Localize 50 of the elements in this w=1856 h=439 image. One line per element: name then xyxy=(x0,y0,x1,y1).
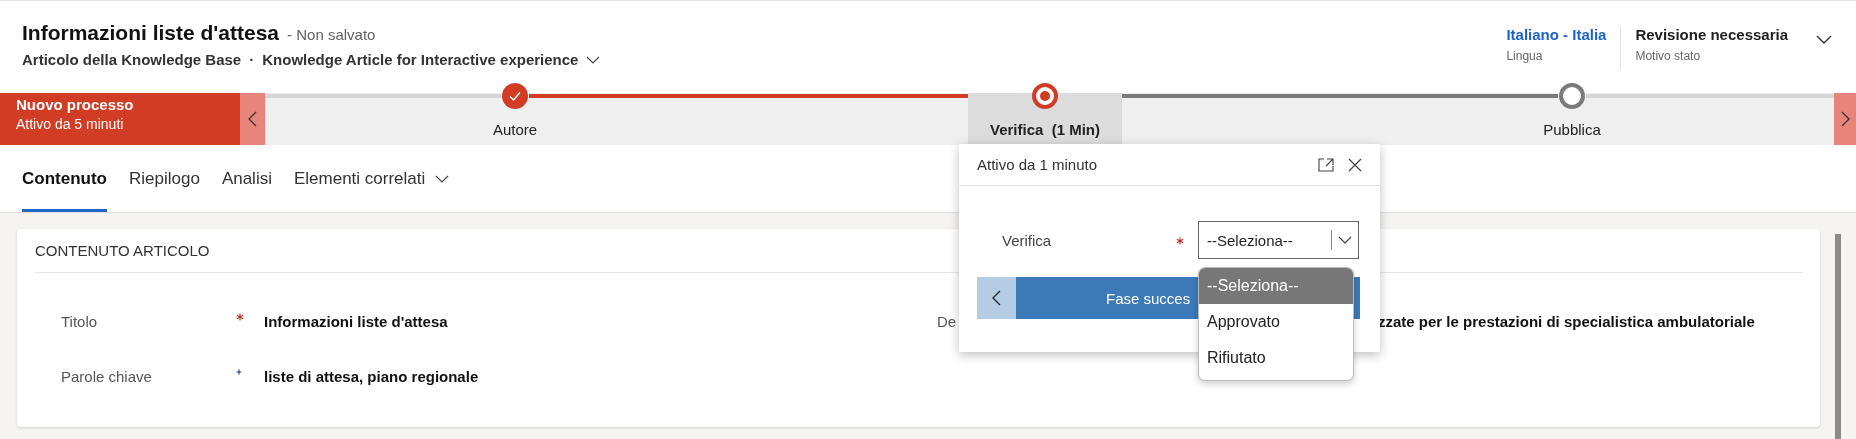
tab[interactable]: Riepilogo xyxy=(129,145,200,212)
dropdown-option[interactable]: Rifiutato xyxy=(1199,340,1353,376)
save-status: - Non salvato xyxy=(287,26,376,43)
entity-name: Articolo della Knowledge Base xyxy=(22,51,242,68)
required-icon xyxy=(236,313,244,321)
stage-circle-icon xyxy=(1031,82,1059,110)
chevron-down-icon xyxy=(586,55,601,64)
chevron-right-icon xyxy=(1840,111,1850,127)
close-button[interactable] xyxy=(1348,157,1362,172)
status-reason-value: Revisione necessaria xyxy=(1635,26,1788,43)
back-button[interactable] xyxy=(977,277,1016,319)
chevron-down-icon xyxy=(1338,236,1352,244)
process-duration: Attivo da 5 minuti xyxy=(16,116,125,132)
process-panel[interactable]: Nuovo processo Attivo da 5 minuti xyxy=(0,93,240,145)
stage-tab[interactable]: Pubblica xyxy=(1521,93,1623,145)
stage-tab[interactable]: Verifica (1 Min) xyxy=(967,93,1122,145)
flyout-title: Attivo da 1 minuto xyxy=(977,156,1099,173)
section-title: CONTENUTO ARTICOLO xyxy=(35,241,210,261)
stage-check-icon xyxy=(501,82,529,110)
required-icon xyxy=(1176,237,1184,245)
field-value: liste di attesa, piano regionale xyxy=(264,367,479,385)
pop-out-icon xyxy=(1318,157,1334,172)
field-value: zzate per le prestazioni di specialistica ambulatoriale xyxy=(1378,312,1756,330)
field-label: Verifica xyxy=(1002,231,1053,249)
dropdown-option[interactable]: --Seleziona-- xyxy=(1199,268,1353,304)
tab[interactable]: Analisi xyxy=(221,145,272,212)
stage-circle-icon xyxy=(1558,82,1586,110)
chevron-down-icon xyxy=(1816,35,1832,44)
form-selector[interactable]: Knowledge Article for Interactive experience xyxy=(262,51,601,68)
field-label: De xyxy=(937,312,957,330)
field-label: Lingua xyxy=(1506,49,1544,63)
record-title: Informazioni liste d'attesa xyxy=(22,21,280,45)
chevron-left-icon xyxy=(248,111,257,127)
field-label: Titolo xyxy=(60,312,99,330)
field-label: Motivo stato xyxy=(1635,49,1702,63)
close-icon xyxy=(1348,157,1362,172)
tab[interactable]: Elementi correlati xyxy=(293,145,450,212)
chevron-left-icon xyxy=(992,290,1001,306)
separator-dot: · xyxy=(249,51,255,68)
field-value: Informazioni liste d'attesa xyxy=(264,312,448,330)
stage-tab[interactable]: Autore xyxy=(470,93,560,145)
pop-out-button[interactable] xyxy=(1318,157,1334,172)
recommended-icon xyxy=(236,369,242,375)
language-link[interactable]: Italiano - Italia xyxy=(1506,26,1607,43)
select-field[interactable]: --Seleziona-- xyxy=(1198,221,1359,259)
next-stage-button[interactable] xyxy=(1834,93,1856,145)
process-name: Nuovo processo xyxy=(16,96,135,113)
field-label: Parole chiave xyxy=(60,367,153,385)
previous-stage-button[interactable] xyxy=(240,93,265,145)
scrollbar-thumb[interactable] xyxy=(1835,234,1841,439)
